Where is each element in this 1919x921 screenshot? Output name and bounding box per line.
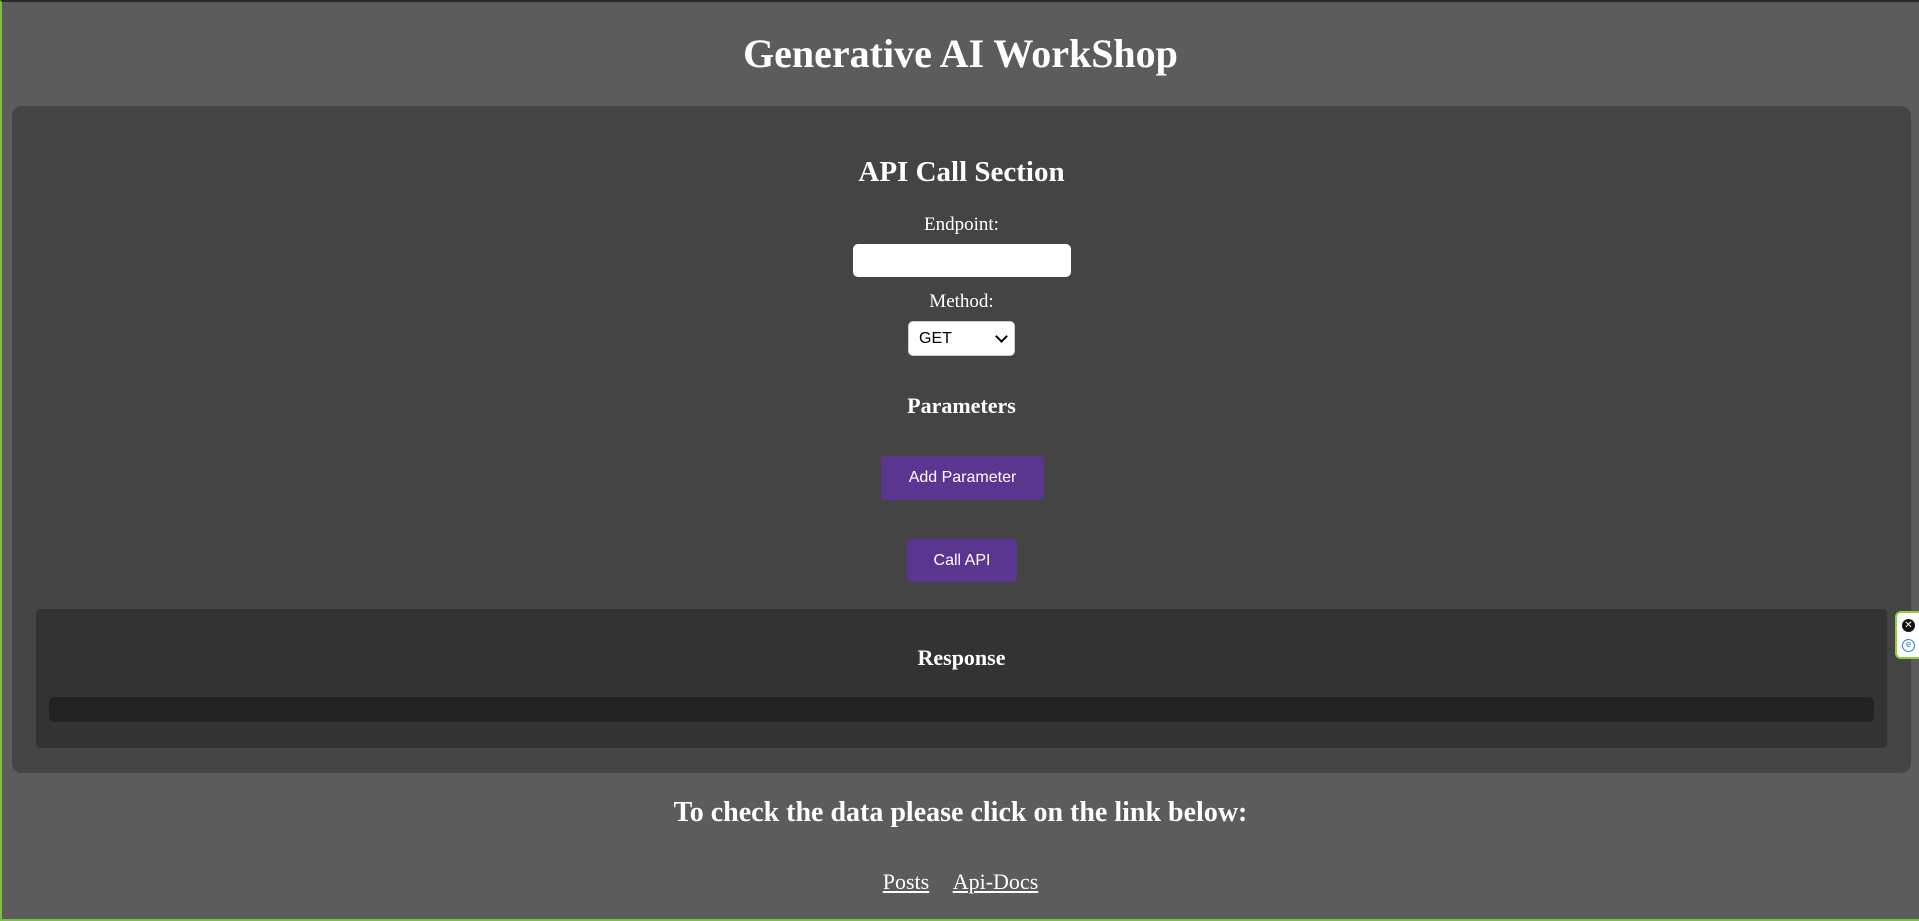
api-docs-link[interactable]: Api-Docs: [953, 869, 1039, 894]
response-panel: Response: [36, 609, 1887, 748]
close-icon[interactable]: ✕: [1902, 619, 1915, 632]
posts-link[interactable]: Posts: [883, 869, 929, 894]
api-call-panel: API Call Section Endpoint: Method: GET P…: [12, 106, 1911, 773]
extension-icon[interactable]: e: [1902, 639, 1915, 652]
call-api-button[interactable]: Call API: [907, 539, 1017, 582]
response-output: [49, 697, 1874, 722]
footer-links: Posts Api-Docs: [2, 868, 1919, 896]
footer-note: To check the data please click on the li…: [673, 797, 1248, 828]
method-selected-value: GET: [919, 329, 952, 347]
parameters-title: Parameters: [907, 393, 1016, 418]
response-title: Response: [917, 645, 1006, 670]
side-widget: ✕ e: [1895, 611, 1919, 659]
endpoint-input[interactable]: [853, 244, 1071, 277]
method-select[interactable]: GET: [908, 321, 1015, 356]
api-section-title: API Call Section: [858, 156, 1065, 188]
add-parameter-button[interactable]: Add Parameter: [881, 456, 1044, 500]
endpoint-label: Endpoint:: [924, 214, 999, 235]
page-title: Generative AI WorkShop: [743, 31, 1178, 76]
chevron-down-icon: [995, 330, 1008, 343]
method-label: Method:: [929, 291, 994, 312]
